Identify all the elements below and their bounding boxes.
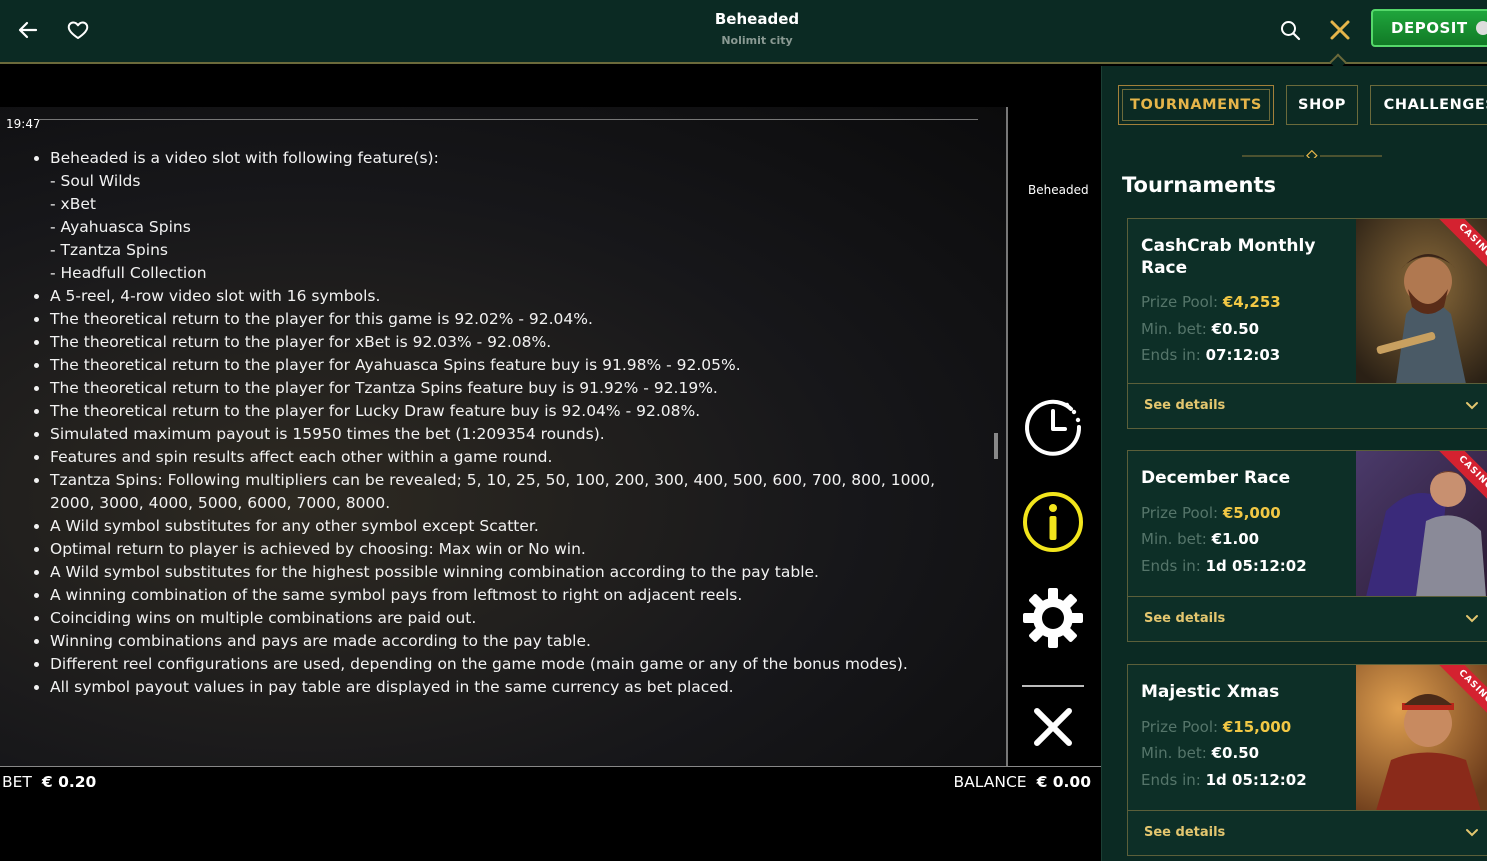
min-bet: Min. bet: €0.50 xyxy=(1141,744,1260,762)
game-provider: Nolimit city xyxy=(721,34,793,47)
chevron-down-icon[interactable] xyxy=(1464,824,1480,840)
close-paytable-icon[interactable] xyxy=(1021,695,1085,759)
rule-sub-item: - xBet xyxy=(50,195,96,213)
ends-in: Ends in: 1d 05:12:02 xyxy=(1141,557,1307,575)
close-icon[interactable] xyxy=(1328,18,1352,42)
tournament-image: CASINO xyxy=(1356,665,1487,810)
rule-item: A Wild symbol substitutes for any other … xyxy=(50,515,978,538)
rule-item: The theoretical return to the player for… xyxy=(50,308,978,331)
controls-divider xyxy=(1022,685,1084,687)
chevron-down-icon[interactable] xyxy=(1464,610,1480,626)
see-details-link[interactable]: See details xyxy=(1144,398,1225,413)
history-clock-icon[interactable] xyxy=(1021,395,1085,459)
see-details-row[interactable]: See details xyxy=(1128,597,1487,641)
rule-item: Tzantza Spins: Following multipliers can… xyxy=(50,469,978,515)
scrollbar-thumb[interactable] xyxy=(994,433,998,459)
rule-item: A winning combination of the same symbol… xyxy=(50,584,978,607)
prize-pool: Prize Pool: €15,000 xyxy=(1141,718,1292,736)
tournament-name: December Race xyxy=(1141,468,1291,488)
rule-item: The theoretical return to the player for… xyxy=(50,400,978,423)
see-details-row[interactable]: See details xyxy=(1128,811,1487,855)
search-icon[interactable] xyxy=(1278,18,1302,42)
rule-item: Winning combinations and pays are made a… xyxy=(50,630,978,653)
rule-item: Simulated maximum payout is 15950 times … xyxy=(50,423,978,446)
ends-in: Ends in: 07:12:03 xyxy=(1141,346,1281,364)
rule-item: Features and spin results affect each ot… xyxy=(50,446,978,469)
chevron-down-icon[interactable] xyxy=(1464,397,1480,413)
back-arrow-icon[interactable] xyxy=(16,18,40,42)
prize-pool: Prize Pool: €4,253 xyxy=(1141,293,1281,311)
divider xyxy=(38,119,978,120)
tournament-card[interactable]: December Race Prize Pool: €5,000 Min. be… xyxy=(1127,450,1487,642)
ends-in: Ends in: 1d 05:12:02 xyxy=(1141,771,1307,789)
rule-item: All symbol payout values in pay table ar… xyxy=(50,676,978,699)
game-title: Beheaded xyxy=(714,10,800,28)
bet-display: BET € 0.20 xyxy=(2,773,97,791)
rule-item: A 5-reel, 4-row video slot with 16 symbo… xyxy=(50,285,978,308)
rule-item: A Wild symbol substitutes for the highes… xyxy=(50,561,978,584)
rule-item: The theoretical return to the player for… xyxy=(50,377,978,400)
heart-icon[interactable] xyxy=(66,18,90,42)
rules-list: Beheaded is a video slot with following … xyxy=(28,147,978,699)
deposit-button[interactable]: DEPOSIT xyxy=(1371,9,1487,47)
info-icon[interactable] xyxy=(1021,490,1085,554)
rule-item: The theoretical return to the player for… xyxy=(50,354,978,377)
top-bar: Beheaded Nolimit city DEPOSIT xyxy=(0,0,1487,71)
rule-item: Beheaded is a video slot with following … xyxy=(50,147,978,285)
tab-tournaments[interactable]: TOURNAMENTS xyxy=(1118,85,1274,125)
min-bet: Min. bet: €1.00 xyxy=(1141,530,1260,548)
rule-item: The theoretical return to the player for… xyxy=(50,331,978,354)
tournament-name: Majestic Xmas xyxy=(1141,682,1280,702)
rule-sub-item: - Tzantza Spins xyxy=(50,241,168,259)
tab-shop[interactable]: SHOP xyxy=(1286,85,1358,125)
bet-balance-bar: BET € 0.20 BALANCE € 0.00 xyxy=(0,766,1101,796)
rule-sub-item: - Soul Wilds xyxy=(50,172,141,190)
tournament-card[interactable]: Majestic Xmas Prize Pool: €15,000 Min. b… xyxy=(1127,664,1487,856)
settings-gear-icon[interactable] xyxy=(1021,586,1085,650)
prize-pool: Prize Pool: €5,000 xyxy=(1141,504,1281,522)
see-details-row[interactable]: See details xyxy=(1128,384,1487,428)
coins-icon xyxy=(1475,21,1487,35)
side-game-name: Beheaded xyxy=(1028,183,1089,197)
rule-sub-item: - Headfull Collection xyxy=(50,264,207,282)
rule-item: Optimal return to player is achieved by … xyxy=(50,538,978,561)
tournament-card[interactable]: CashCrab Monthly Race Prize Pool: €4,253… xyxy=(1127,218,1487,429)
tournament-name: CashCrab Monthly Race xyxy=(1141,236,1316,278)
tournament-image: CASINO xyxy=(1356,219,1487,383)
paytable-panel[interactable]: 19:47 Beheaded is a video slot with foll… xyxy=(0,107,1006,766)
see-details-link[interactable]: See details xyxy=(1144,611,1225,626)
rule-item: Different reel configurations are used, … xyxy=(50,653,978,676)
tournament-image: CASINO xyxy=(1356,451,1487,596)
promotions-panel: TOURNAMENTS SHOP CHALLENGES Tournaments … xyxy=(1101,66,1487,861)
tournaments-title: Tournaments xyxy=(1122,173,1277,197)
rule-sub-item: - Ayahuasca Spins xyxy=(50,218,191,236)
rule-item: Coinciding wins on multiple combinations… xyxy=(50,607,978,630)
clock-time: 19:47 xyxy=(6,117,41,131)
balance-display: BALANCE € 0.00 xyxy=(953,773,1091,791)
min-bet: Min. bet: €0.50 xyxy=(1141,320,1260,338)
tab-challenges[interactable]: CHALLENGES xyxy=(1370,85,1487,125)
ornament-divider xyxy=(1242,150,1382,158)
see-details-link[interactable]: See details xyxy=(1144,825,1225,840)
